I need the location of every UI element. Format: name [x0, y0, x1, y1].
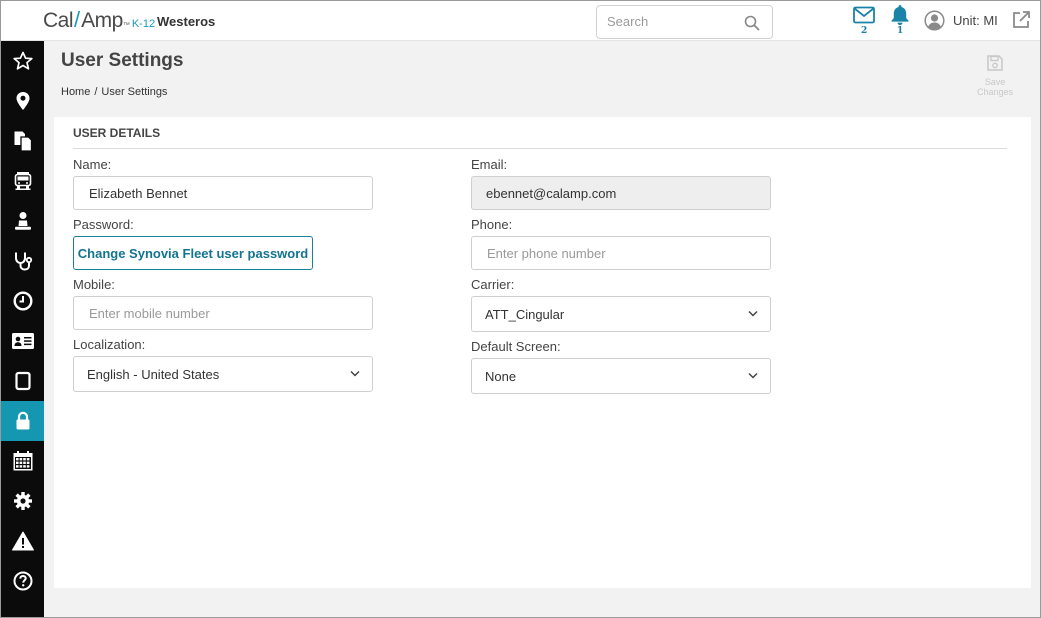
breadcrumb-separator: /: [94, 86, 98, 98]
breadcrumb: Home / User Settings: [61, 86, 167, 98]
organization-name[interactable]: Westeros: [157, 14, 215, 29]
sidebar-item-alerts[interactable]: [1, 521, 44, 561]
documents-icon: [14, 131, 32, 152]
mobile-label: Mobile:: [73, 277, 115, 292]
sidebar: [1, 41, 44, 617]
sidebar-item-map[interactable]: [1, 81, 44, 121]
save-changes-button[interactable]: Save Changes: [972, 54, 1018, 98]
password-label: Password:: [73, 217, 134, 232]
carrier-selected-value: ATT_Cingular: [485, 306, 565, 322]
alerts-count-badge: 1: [897, 26, 904, 36]
person-icon: [14, 212, 31, 230]
floppy-disk-icon: [987, 55, 1003, 71]
alerts-button[interactable]: 1: [890, 4, 910, 36]
default-screen-select[interactable]: None: [471, 358, 771, 394]
mobile-field[interactable]: [73, 296, 373, 330]
save-label: Save: [984, 77, 1006, 87]
unit-label: Unit: MI: [953, 13, 998, 28]
phone-label: Phone:: [471, 217, 513, 232]
stethoscope-icon: [14, 252, 32, 271]
sidebar-item-history[interactable]: [1, 281, 44, 321]
chevron-down-icon: [748, 310, 758, 317]
localization-select[interactable]: English - United States: [73, 356, 373, 392]
change-password-button[interactable]: Change Synovia Fleet user password: [73, 236, 313, 270]
chevron-down-icon: [350, 370, 360, 377]
section-title-user-details: USER DETAILS: [73, 126, 161, 140]
sidebar-item-documents[interactable]: [1, 121, 44, 161]
logo-slash: /: [74, 7, 81, 32]
star-icon: [12, 51, 33, 70]
carrier-label: Carrier:: [471, 277, 515, 292]
map-pin-icon: [16, 92, 29, 110]
sidebar-item-vehicles[interactable]: [1, 161, 44, 201]
search-input[interactable]: [607, 14, 737, 29]
chevron-down-icon: [748, 372, 758, 379]
sidebar-item-calendar[interactable]: [1, 441, 44, 481]
calendar-icon: [13, 451, 32, 471]
logo-text-left: Cal: [43, 9, 74, 32]
name-label: Name:: [73, 157, 112, 172]
breadcrumb-home[interactable]: Home: [61, 86, 90, 98]
sidebar-item-settings[interactable]: [1, 481, 44, 521]
calamp-logo[interactable]: Cal / Amp ™ K-12: [43, 7, 155, 35]
default-screen-selected-value: None: [485, 368, 517, 384]
bell-icon: [891, 5, 909, 25]
phone-field[interactable]: [471, 236, 771, 270]
top-bar: Cal / Amp ™ K-12 Westeros 2 1 Unit: [1, 1, 1040, 41]
envelope-icon: [853, 6, 875, 24]
messages-count-badge: 2: [861, 26, 868, 36]
localization-label: Localization:: [73, 337, 146, 352]
sidebar-item-security[interactable]: [1, 401, 44, 441]
carrier-select[interactable]: ATT_Cingular: [471, 296, 771, 332]
tablet-icon: [14, 371, 31, 391]
email-field: [471, 176, 771, 210]
id-card-icon: [11, 333, 34, 349]
sidebar-item-drivers[interactable]: [1, 201, 44, 241]
default-screen-label: Default Screen:: [471, 339, 561, 354]
sidebar-item-help[interactable]: [1, 561, 44, 601]
sidebar-item-favorites[interactable]: [1, 41, 44, 81]
unit-selector[interactable]: Unit: MI: [924, 10, 998, 31]
messages-button[interactable]: 2: [853, 6, 875, 36]
user-avatar-icon: [924, 10, 945, 31]
lock-icon: [16, 411, 29, 430]
localization-selected-value: English - United States: [87, 366, 220, 382]
name-field[interactable]: [73, 176, 373, 210]
logo-suffix: K-12: [131, 18, 156, 30]
section-divider: [73, 148, 1007, 149]
email-label: Email:: [471, 157, 508, 172]
gear-icon: [13, 492, 32, 510]
logo-text-right: Amp: [81, 9, 123, 32]
logo-trademark: ™: [122, 22, 130, 29]
search-icon[interactable]: [744, 15, 760, 31]
search-box[interactable]: [596, 5, 773, 39]
page-title: User Settings: [61, 50, 184, 71]
external-link-icon[interactable]: [1011, 10, 1031, 30]
breadcrumb-current: User Settings: [101, 86, 168, 98]
sidebar-item-id-cards[interactable]: [1, 321, 44, 361]
clock-icon: [12, 291, 33, 311]
bus-icon: [14, 172, 31, 190]
sidebar-item-diagnostics[interactable]: [1, 241, 44, 281]
sidebar-item-tablets[interactable]: [1, 361, 44, 401]
warning-icon: [11, 531, 34, 551]
help-icon: [13, 571, 32, 591]
changes-label: Changes: [976, 87, 1014, 97]
